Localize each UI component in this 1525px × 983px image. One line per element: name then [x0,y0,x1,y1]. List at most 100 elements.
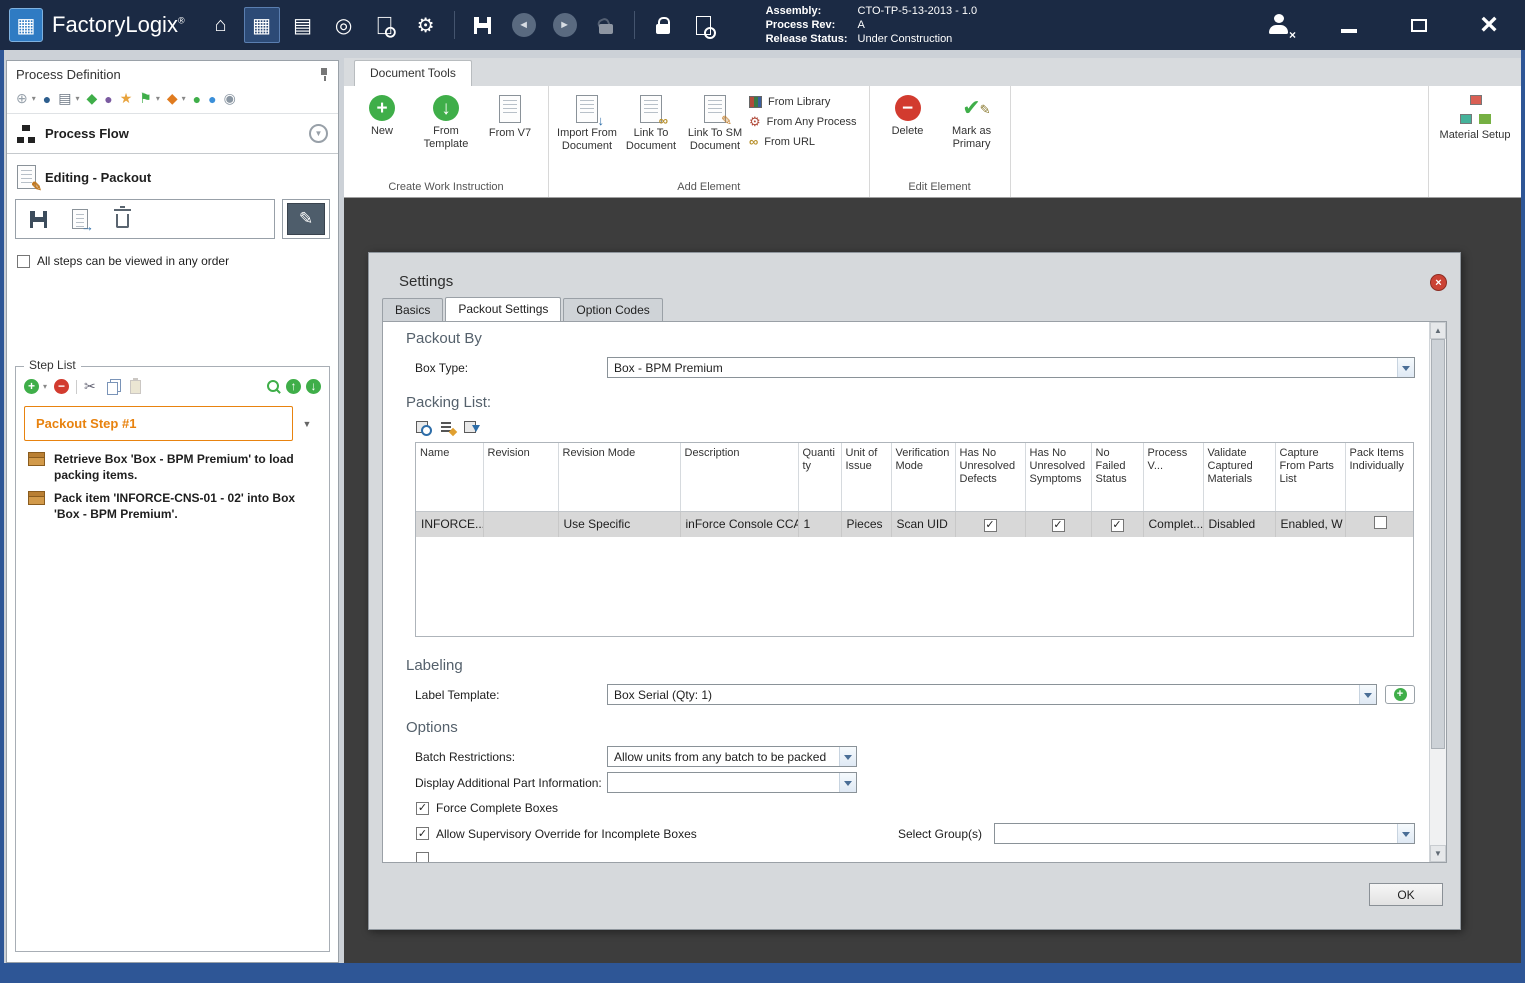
minimize-button[interactable] [1331,7,1367,43]
record-icon[interactable]: ◉ [224,90,236,107]
process-definition-icon[interactable]: ▦ [244,7,280,43]
remove-step-icon[interactable]: − [54,379,69,394]
material-setup-button[interactable]: Material Setup [1435,88,1515,142]
tab-document-tools[interactable]: Document Tools [354,60,472,86]
link-to-sm-document-button[interactable]: ✎ Link To SM Document [683,88,747,153]
pin-icon[interactable] [319,67,329,82]
import-from-document-button[interactable]: ↓ Import From Document [555,88,619,153]
link-to-document-button[interactable]: ∞ Link To Document [619,88,683,153]
box-type-select[interactable]: Box - BPM Premium [607,357,1415,378]
col-validate-captured-materials[interactable]: Validate Captured Materials [1203,443,1275,511]
select-groups-select[interactable] [994,823,1415,844]
chevron-down-icon[interactable]: ▾ [32,94,36,103]
from-url-button[interactable]: ∞From URL [749,135,857,148]
pack-individually-checkbox[interactable] [1374,516,1387,529]
forward-icon[interactable]: ► [547,7,583,43]
print-icon[interactable]: ▤ [58,90,71,107]
find-box-icon[interactable] [415,419,432,436]
delete-button[interactable]: − Delete [876,88,940,138]
cut-icon[interactable]: ✂ [84,378,96,395]
copy-icon[interactable] [107,382,118,395]
batch-restrictions-select[interactable]: Allow units from any batch to be packed [607,746,857,767]
label-template-select[interactable]: Box Serial (Qty: 1) [607,684,1377,705]
col-has-no-unresolved-symptoms[interactable]: Has No Unresolved Symptoms [1025,443,1091,511]
col-has-no-unresolved-defects[interactable]: Has No Unresolved Defects [955,443,1025,511]
no-failed-checkbox[interactable] [1111,519,1124,532]
chevron-down-icon[interactable]: ▾ [182,94,186,103]
import-box-icon[interactable] [463,419,480,436]
clipped-checkbox[interactable] [416,852,429,862]
chevron-down-icon[interactable]: ▾ [75,94,79,103]
puzzle-icon[interactable]: ◆ [86,90,97,107]
scroll-up-icon[interactable]: ▲ [1430,322,1446,339]
defects-checkbox[interactable] [984,519,997,532]
info-icon[interactable]: ● [208,91,216,107]
zoom-icon[interactable] [267,380,281,394]
tab-packout-settings[interactable]: Packout Settings [445,297,561,321]
col-quantity[interactable]: Quantity [798,443,841,511]
step-action-item[interactable]: Pack item 'INFORCE-CNS-01 - 02' into Box… [20,490,325,522]
add-icon[interactable]: ⊕ [16,90,28,107]
move-up-icon[interactable]: ↑ [286,379,301,394]
gear-icon[interactable]: ⚙ [408,7,444,43]
col-no-failed-status[interactable]: No Failed Status [1091,443,1143,511]
col-description[interactable]: Description [680,443,798,511]
ok-button[interactable]: OK [1369,883,1443,906]
col-unit-of-issue[interactable]: Unit of Issue [841,443,891,511]
col-revision-mode[interactable]: Revision Mode [558,443,680,511]
export-document-button[interactable]: → [62,203,98,235]
user-orange-icon[interactable]: ★ [120,90,133,107]
maximize-button[interactable] [1401,7,1437,43]
dialog-scrollbar[interactable]: ▲ ▼ [1429,322,1446,862]
pages-icon[interactable] [367,7,403,43]
edit-mode-button[interactable]: ✎ [287,203,325,235]
mark-as-primary-button[interactable]: ✔✎ Mark as Primary [940,88,1004,151]
unlock-icon[interactable] [588,7,624,43]
lock-icon[interactable] [645,7,681,43]
col-verification-mode[interactable]: Verification Mode [891,443,955,511]
scroll-down-icon[interactable]: ▼ [1430,845,1446,862]
symptoms-checkbox[interactable] [1052,519,1065,532]
col-process-validation[interactable]: Process V... [1143,443,1203,511]
add-step-icon[interactable]: + [24,379,39,394]
chevron-down-icon[interactable]: ▾ [156,94,160,103]
col-revision[interactable]: Revision [483,443,558,511]
supervisory-override-checkbox[interactable] [416,827,429,840]
selected-step[interactable]: Packout Step #1 [24,406,293,441]
scroll-thumb[interactable] [1431,339,1445,749]
process-flow-row[interactable]: Process Flow ▼ [7,114,338,154]
home-icon[interactable]: ⌂ [203,7,239,43]
from-v7-button[interactable]: From V7 [478,88,542,140]
target-icon[interactable]: ◎ [326,7,362,43]
tab-basics[interactable]: Basics [382,298,443,321]
save-document-button[interactable] [20,203,56,235]
logout-user-icon[interactable]: × [1261,7,1297,43]
flag-icon[interactable]: ⚑ [139,90,152,107]
from-any-process-button[interactable]: ⚙From Any Process [749,115,857,128]
globe-icon[interactable]: ● [43,91,51,107]
edit-list-icon[interactable] [439,419,456,436]
move-down-icon[interactable]: ↓ [306,379,321,394]
delete-document-button[interactable] [104,203,140,235]
from-library-button[interactable]: From Library [749,96,857,108]
diamond-icon[interactable]: ◆ [167,90,178,107]
from-template-button[interactable]: ↓ From Template [414,88,478,151]
chevron-down-icon[interactable]: ▾ [43,382,47,391]
any-order-checkbox[interactable] [17,255,30,268]
new-button[interactable]: + New [350,88,414,138]
grid-data-row[interactable]: INFORCE... Use Specific inForce Console … [416,511,1414,537]
back-icon[interactable]: ◄ [506,7,542,43]
col-name[interactable]: Name [416,443,483,511]
col-pack-items-individually[interactable]: Pack Items Individually [1345,443,1414,511]
expand-circle-icon[interactable]: ▼ [309,124,328,143]
form-icon[interactable]: ▤ [285,7,321,43]
col-capture-from-parts-list[interactable]: Capture From Parts List [1275,443,1345,511]
close-button[interactable]: × [1471,7,1507,43]
step-action-item[interactable]: Retrieve Box 'Box - BPM Premium' to load… [20,451,325,483]
display-part-info-select[interactable] [607,772,857,793]
dialog-close-icon[interactable]: × [1430,274,1447,291]
add-label-template-button[interactable]: + [1385,685,1415,704]
paste-icon[interactable] [130,380,141,394]
tab-option-codes[interactable]: Option Codes [563,298,662,321]
step-chevron-icon[interactable]: ▼ [293,419,321,429]
